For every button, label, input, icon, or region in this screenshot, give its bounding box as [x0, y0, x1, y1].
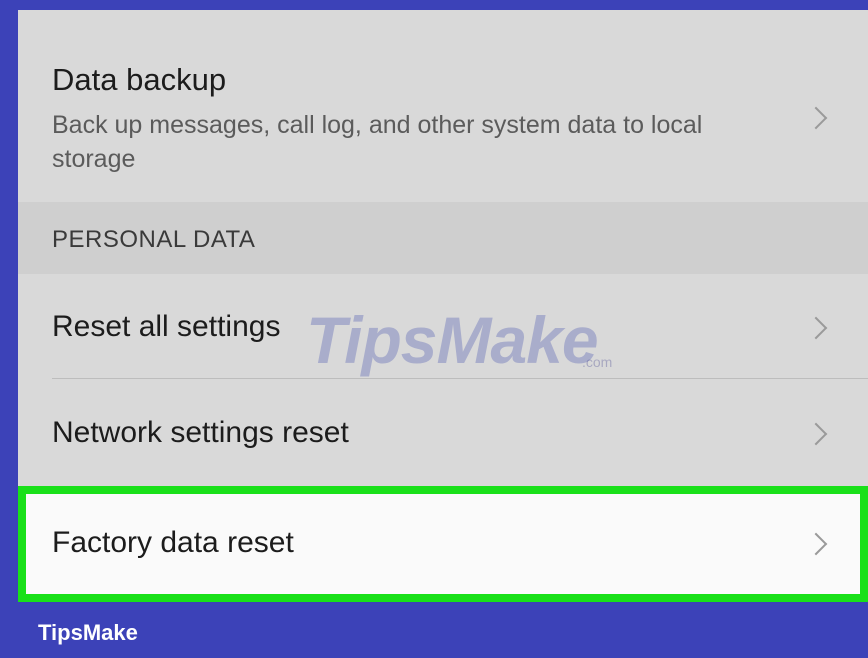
divider [52, 378, 868, 379]
factory-data-reset-highlight: Factory data reset [18, 486, 868, 602]
data-backup-title: Data backup [52, 62, 227, 97]
network-settings-reset-label: Network settings reset [52, 416, 349, 449]
data-backup-row[interactable]: Data backup Back up messages, call log, … [18, 10, 868, 202]
settings-screen: Data backup Back up messages, call log, … [18, 10, 868, 602]
factory-data-reset-label: Factory data reset [52, 526, 294, 559]
network-settings-reset-row[interactable]: Network settings reset [18, 380, 868, 486]
reset-all-settings-label: Reset all settings [52, 310, 281, 343]
section-header-label: PERSONAL DATA [52, 226, 256, 253]
data-backup-subtitle: Back up messages, call log, and other sy… [52, 111, 703, 173]
chevron-right-icon [804, 422, 828, 446]
factory-data-reset-row[interactable]: Factory data reset [26, 494, 860, 594]
watermark-suffix: .com [582, 354, 613, 370]
footer-brand: TipsMake [38, 620, 138, 645]
chevron-right-icon [804, 106, 828, 130]
chevron-right-icon [804, 316, 828, 340]
section-header-personal-data: PERSONAL DATA [18, 202, 868, 274]
watermark: TipsMake [306, 303, 599, 377]
chevron-right-icon [804, 532, 828, 556]
